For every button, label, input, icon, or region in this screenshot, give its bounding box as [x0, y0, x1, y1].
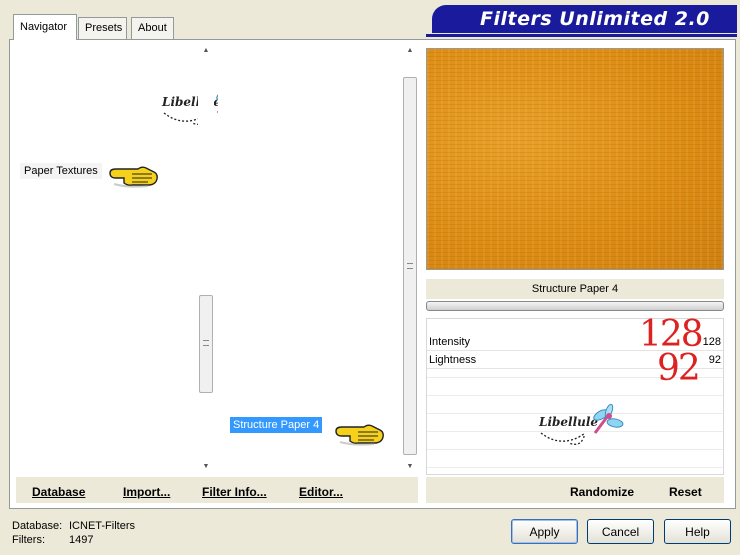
lightness-annotation: 92 [657, 348, 701, 389]
category-scrollbar[interactable]: ▲ ▼ [198, 43, 214, 475]
scroll-up-icon[interactable]: ▲ [402, 43, 418, 59]
param-value: 128 [702, 336, 721, 348]
scroll-down-icon[interactable]: ▼ [402, 459, 418, 475]
scroll-thumb[interactable] [199, 295, 213, 393]
scroll-down-icon[interactable]: ▼ [198, 459, 214, 475]
navigator-toolbar: Database Import... Filter Info... Editor… [16, 477, 418, 503]
tab-navigator[interactable]: Navigator [13, 14, 77, 40]
filter-scrollbar[interactable]: ▲ ▼ [402, 43, 418, 475]
filters-value: 1497 [69, 534, 94, 546]
parameter-panel: Intensity 128 Lightness 92 128 92 Libell… [426, 317, 724, 475]
preview-image [426, 48, 724, 270]
title-banner: Filters Unlimited 2.0 [426, 5, 737, 37]
scroll-thumb[interactable] [403, 77, 417, 455]
preview-filter-name: Structure Paper 4 [426, 279, 724, 299]
tab-presets[interactable]: Presets [78, 17, 127, 39]
param-value: 92 [708, 354, 721, 366]
filter-item-structure-paper-4[interactable]: Structure Paper 4 [230, 417, 323, 433]
preview-toolbar: Randomize Reset [426, 477, 724, 503]
filters-label: Filters: [12, 534, 45, 546]
database-value: ICNET-Filters [69, 520, 135, 532]
progress-bar [426, 301, 724, 311]
database-button[interactable]: Database [32, 485, 85, 499]
randomize-button[interactable]: Randomize [570, 485, 634, 499]
category-item-paper-textures[interactable]: Paper Textures [20, 163, 102, 179]
param-label: Lightness [429, 354, 477, 366]
pointing-hand-icon [335, 424, 384, 446]
help-button[interactable]: Help [664, 519, 731, 544]
editor-button[interactable]: Editor... [299, 485, 343, 499]
cancel-button[interactable]: Cancel [587, 519, 654, 544]
scroll-up-icon[interactable]: ▲ [198, 43, 214, 59]
param-label: Intensity [429, 336, 470, 348]
filter-info-button[interactable]: Filter Info... [202, 485, 267, 499]
reset-button[interactable]: Reset [669, 485, 702, 499]
banner-title: Filters Unlimited 2.0 [480, 8, 710, 30]
apply-button[interactable]: Apply [511, 519, 578, 544]
import-button[interactable]: Import... [123, 485, 170, 499]
category-list[interactable]: Libellule Paper Textures ▲ ▼ [14, 43, 247, 475]
dragonfly-logo-icon: Libellule [539, 403, 629, 453]
tab-about[interactable]: About [131, 17, 174, 39]
pointing-hand-icon [109, 166, 158, 188]
filter-list[interactable]: Structure Paper 4 ▲ ▼ [218, 43, 418, 475]
database-label: Database: [12, 520, 63, 532]
